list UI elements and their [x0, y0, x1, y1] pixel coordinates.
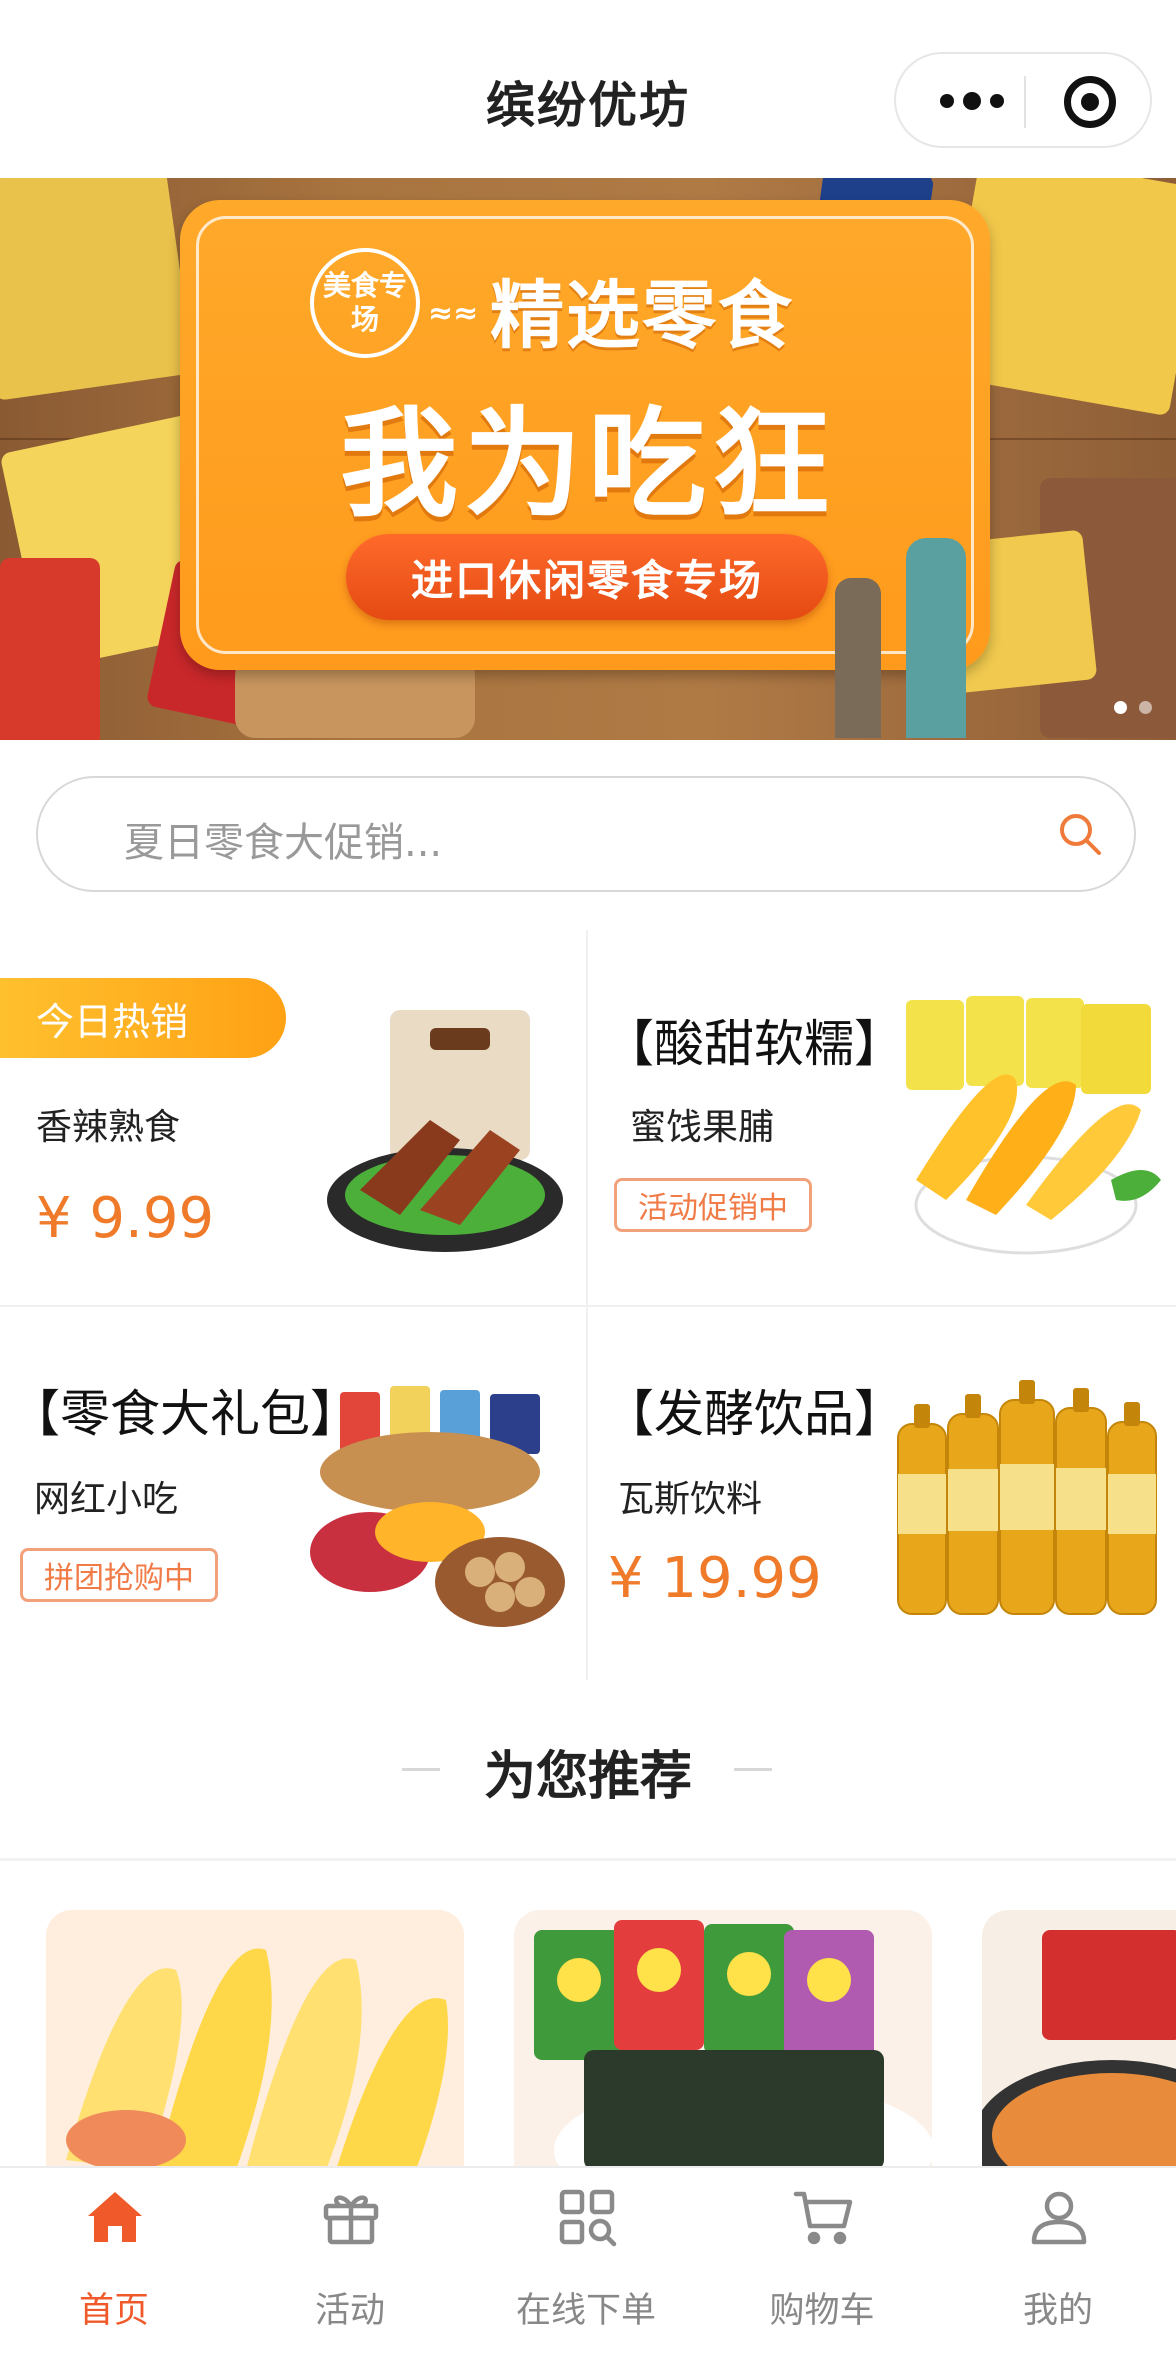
tab-label: 在线下单 — [515, 2291, 656, 2331]
promotion-badge: 活动促销中 — [614, 1178, 812, 1232]
banner-headline: 我为吃狂 — [339, 395, 836, 533]
wave-decoration: ≈≈ — [428, 296, 479, 331]
banner-subtitle: 精选零食 — [490, 273, 794, 359]
recommend-card[interactable] — [46, 1910, 464, 2170]
banner-badge: 美食专场 — [310, 248, 420, 358]
grid-search-icon — [559, 2189, 617, 2247]
search-bar[interactable]: 夏日零食大促销... — [36, 776, 1136, 892]
tab-mine[interactable]: 我的 — [958, 2166, 1158, 2353]
product-subtitle[interactable]: 香辣熟食 — [36, 1098, 180, 1150]
product-subtitle[interactable]: 网红小吃 — [34, 1470, 178, 1522]
grid-divider-horizontal — [0, 1305, 1176, 1307]
close-miniprogram-icon[interactable] — [1064, 76, 1116, 128]
cart-icon — [793, 2191, 853, 2245]
section-separator — [0, 1858, 1176, 1861]
promo-banner[interactable]: 美食专场 ≈≈ 精选零食 我为吃狂 进口休闲零食专场 — [0, 178, 1176, 740]
navigation-bar: 缤纷优坊 — [0, 0, 1176, 178]
promotion-badge: 拼团抢购中 — [20, 1548, 218, 1602]
tab-activity[interactable]: 活动 — [250, 2166, 450, 2353]
statue-of-liberty-image — [906, 538, 966, 738]
home-icon — [88, 2192, 142, 2242]
capsule-divider — [1024, 76, 1026, 128]
big-ben-image — [835, 578, 881, 738]
seaweed-card-image — [514, 1910, 932, 2170]
banner-pagination — [1114, 701, 1152, 714]
search-input[interactable]: 夏日零食大促销... — [124, 810, 442, 868]
hot-sale-tag: 今日热销 — [0, 978, 286, 1058]
recommend-card[interactable] — [514, 1910, 932, 2170]
tab-label: 首页 — [78, 2291, 149, 2331]
tab-label: 购物车 — [769, 2291, 875, 2331]
product-price: ¥ 19.99 — [608, 1546, 822, 1611]
recommend-card[interactable] — [982, 1910, 1176, 2170]
gift-icon — [323, 2195, 379, 2245]
product-price: ¥ 9.99 — [36, 1186, 215, 1251]
product-subtitle[interactable]: 蜜饯果脯 — [630, 1098, 774, 1150]
recommend-section-title: 为您推荐 — [483, 1747, 692, 1807]
kvass-drink-image[interactable] — [892, 1364, 1162, 1624]
banner-dot[interactable] — [1139, 701, 1152, 714]
tab-order-online[interactable]: 在线下单 — [486, 2166, 686, 2353]
noodle-card-image — [982, 1910, 1176, 2170]
product-subtitle[interactable]: 瓦斯饮料 — [618, 1470, 762, 1522]
search-icon[interactable] — [1056, 810, 1104, 858]
product-title[interactable]: 【酸甜软糯】 — [604, 1004, 904, 1076]
tab-cart[interactable]: 购物车 — [722, 2166, 922, 2353]
tab-home[interactable]: 首页 — [14, 2166, 214, 2353]
user-icon — [1031, 2191, 1087, 2245]
more-menu-icon[interactable] — [932, 84, 1012, 118]
banner-dot-active[interactable] — [1114, 701, 1127, 714]
product-title[interactable]: 【发酵饮品】 — [604, 1374, 904, 1446]
dried-mango-product-image[interactable] — [876, 990, 1166, 1280]
chips-can — [0, 558, 100, 740]
mini-program-capsule — [894, 52, 1152, 148]
tab-label: 活动 — [314, 2291, 385, 2331]
dried-mango-card-image — [46, 1910, 464, 2170]
duck-wing-product-image[interactable] — [310, 1000, 570, 1260]
banner-cta-pill[interactable]: 进口休闲零食专场 — [346, 534, 828, 620]
snack-gift-pack-image[interactable] — [300, 1382, 570, 1632]
tab-label: 我的 — [1022, 2291, 1093, 2331]
section-dash-right — [734, 1768, 772, 1771]
